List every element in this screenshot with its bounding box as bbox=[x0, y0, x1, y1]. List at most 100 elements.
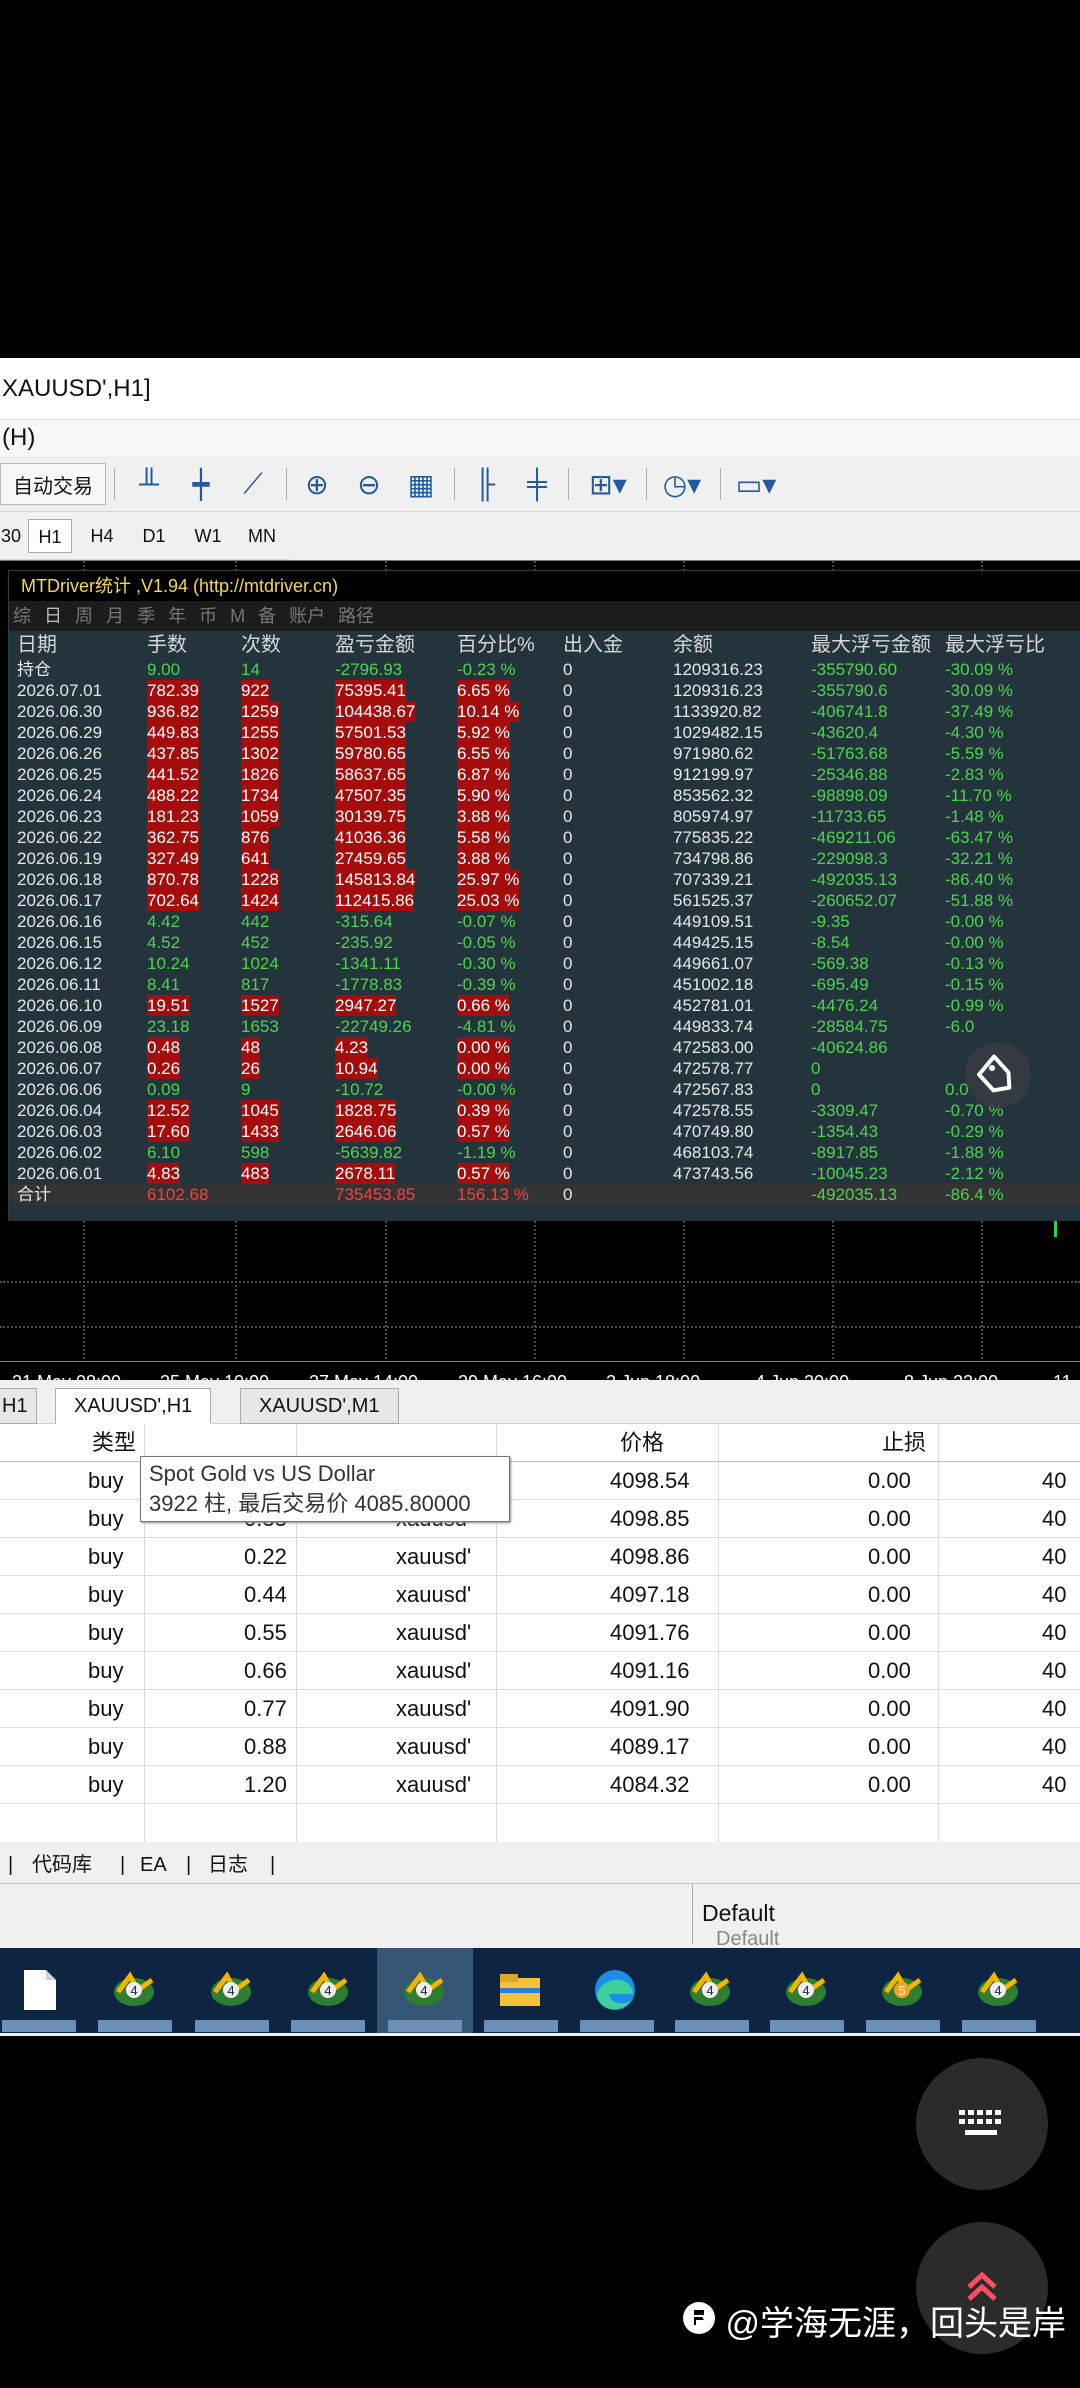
chart-tab-active[interactable]: XAUUSD',H1 bbox=[55, 1388, 212, 1424]
period-d1[interactable]: D1 bbox=[132, 519, 176, 553]
trade-row[interactable]: buy 0.55 xauusd' 4091.76 0.00 40 bbox=[0, 1614, 1080, 1652]
stats-cell-maxdd: -10045.23 bbox=[811, 1164, 888, 1183]
stats-cell-count: 1228 bbox=[241, 869, 279, 890]
menu-bar[interactable]: (H) bbox=[0, 420, 1080, 456]
file-icon[interactable] bbox=[10, 1964, 70, 2016]
mtdriver-tab[interactable]: M bbox=[230, 601, 245, 631]
stats-cell-flow: 0 bbox=[563, 870, 573, 889]
trade-row[interactable]: buy 0.66 xauusd' 4091.16 0.00 40 bbox=[0, 1652, 1080, 1690]
stats-row: 2026.06.09 23.18 1653 -22749.26 -4.81 % 0 4498… bbox=[9, 1016, 1080, 1037]
stats-cell-flow: 0 bbox=[563, 1185, 573, 1204]
mt4-terminal-icon[interactable]: 4 bbox=[201, 1964, 261, 2016]
mtdriver-tab[interactable]: 季 bbox=[137, 601, 155, 631]
mtdriver-tab[interactable]: 月 bbox=[106, 601, 124, 631]
mt4-terminal-icon[interactable]: 4 bbox=[680, 1964, 740, 2016]
period-h1[interactable]: H1 bbox=[28, 519, 72, 553]
bar-chart-icon[interactable]: ╨ bbox=[126, 463, 172, 505]
floating-tag-button[interactable] bbox=[965, 1042, 1031, 1108]
mt4-terminal-icon[interactable]: 4 bbox=[394, 1964, 454, 2016]
stats-cell-maxdd: -355790.6 bbox=[811, 681, 888, 700]
mtdriver-tab[interactable]: 备 bbox=[258, 601, 276, 631]
keyboard-button[interactable] bbox=[916, 2058, 1048, 2190]
trade-price: 4084.32 bbox=[610, 1772, 690, 1797]
chart-shift-icon[interactable]: ╟ bbox=[462, 463, 508, 505]
stats-cell-balance: 775835.22 bbox=[673, 828, 754, 847]
mtdriver-tab[interactable]: 路径 bbox=[338, 601, 374, 631]
trade-row[interactable]: buy 0.88 xauusd' 4089.17 0.00 40 bbox=[0, 1728, 1080, 1766]
mt4-terminal-icon[interactable]: 4 bbox=[776, 1964, 836, 2016]
trade-stop-loss: 0.00 bbox=[868, 1734, 911, 1759]
stats-cell-date: 2026.06.06 bbox=[17, 1080, 103, 1099]
stats-cell-pnl: 4.23 bbox=[335, 1037, 369, 1058]
trade-row[interactable]: buy 0.44 xauusd' 4097.18 0.00 40 bbox=[0, 1576, 1080, 1614]
period-m30[interactable]: 30 bbox=[0, 519, 22, 553]
mtdriver-tab-day[interactable]: 日 bbox=[44, 601, 62, 631]
autoscroll-icon[interactable]: ╪ bbox=[514, 463, 560, 505]
tab-journal[interactable]: 日志 bbox=[208, 1848, 248, 1882]
auto-trade-button[interactable]: 自动交易 bbox=[0, 463, 106, 505]
stats-cell-maxddpct: -0.99 % bbox=[945, 996, 1004, 1015]
zoom-out-icon[interactable]: ⊖ bbox=[346, 463, 392, 505]
stats-cell-maxdd: -8917.85 bbox=[811, 1143, 879, 1162]
mtdriver-tab[interactable]: 综 bbox=[13, 601, 31, 631]
stats-cell-maxdd: -28584.75 bbox=[811, 1017, 888, 1036]
chart-tab[interactable]: XAUUSD',M1 bbox=[240, 1388, 399, 1424]
taskbar-underline bbox=[770, 2020, 844, 2032]
stats-cell-date: 2026.06.04 bbox=[17, 1101, 103, 1120]
period-w1[interactable]: W1 bbox=[184, 519, 232, 553]
period-h4[interactable]: H4 bbox=[80, 519, 124, 553]
trade-volume: 0.55 bbox=[244, 1620, 287, 1645]
indicators-icon[interactable]: ⊞▾ bbox=[576, 463, 640, 505]
period-toolbar: 30 H1 H4 D1 W1 MN bbox=[0, 512, 290, 560]
trade-symbol: xauusd' bbox=[396, 1696, 472, 1721]
stats-cell-date: 合计 bbox=[17, 1185, 51, 1204]
stats-cell-maxddpct: -86.4 % bbox=[945, 1185, 1004, 1204]
mt4-terminal-icon[interactable]: 4 bbox=[298, 1964, 358, 2016]
time-label: 11 bbox=[1053, 1372, 1072, 1380]
folder-icon[interactable] bbox=[490, 1964, 550, 2016]
tab-ea[interactable]: EA bbox=[140, 1848, 167, 1882]
mtdriver-tab[interactable]: 周 bbox=[75, 601, 93, 631]
tile-windows-icon[interactable]: ▦ bbox=[398, 463, 444, 505]
stats-row: 2026.06.07 0.26 26 10.94 0.00 % 0 472578.77 0 bbox=[9, 1058, 1080, 1079]
mtdriver-tab[interactable]: 年 bbox=[168, 601, 186, 631]
header-percent: 百分比% bbox=[457, 634, 535, 656]
mt5-terminal-icon[interactable]: 5 bbox=[872, 1964, 932, 2016]
tab-code-base[interactable]: 代码库 bbox=[32, 1848, 92, 1882]
stats-cell-maxddpct: -2.12 % bbox=[945, 1164, 1004, 1183]
stats-cell-pct: 0.57 % bbox=[457, 1163, 510, 1184]
stats-cell-flow: 0 bbox=[563, 996, 573, 1015]
terminal-tabs: | 代码库 | EA | 日志 | bbox=[0, 1842, 1080, 1884]
templates-icon[interactable]: ▭▾ bbox=[724, 463, 788, 505]
trade-row[interactable]: buy 0.77 xauusd' 4091.90 0.00 40 bbox=[0, 1690, 1080, 1728]
edge-browser-icon[interactable] bbox=[585, 1964, 645, 2016]
mt4-terminal-icon[interactable]: 4 bbox=[104, 1964, 164, 2016]
stats-cell-balance: 451002.18 bbox=[673, 975, 754, 994]
trade-price: 4098.86 bbox=[610, 1544, 690, 1569]
trade-row[interactable]: buy 1.20 xauusd' 4084.32 0.00 40 bbox=[0, 1766, 1080, 1804]
stats-cell-lots: 362.75 bbox=[147, 827, 199, 848]
stats-total-row: 合计 6102.68 735453.85 156.13 % 0 -492035.13 -86… bbox=[9, 1184, 1080, 1205]
mt4-terminal-icon[interactable]: 4 bbox=[968, 1964, 1028, 2016]
stats-cell-date: 2026.06.11 bbox=[17, 975, 101, 994]
line-chart-icon[interactable]: ⟋ bbox=[230, 463, 276, 505]
stats-cell-balance: 472578.77 bbox=[673, 1059, 754, 1078]
watermark-text: @学海无涯，回头是岸 bbox=[725, 2305, 1066, 2343]
chart-tab[interactable]: H1 bbox=[0, 1388, 37, 1424]
mtdriver-tab[interactable]: 币 bbox=[199, 601, 217, 631]
stats-cell-maxdd: 0 bbox=[811, 1059, 821, 1078]
stats-cell-count: 1653 bbox=[241, 1017, 279, 1036]
clock-icon[interactable]: ◷▾ bbox=[650, 463, 714, 505]
trade-volume: 0.66 bbox=[244, 1658, 287, 1683]
candlestick-icon[interactable]: ┿ bbox=[178, 463, 224, 505]
trade-row[interactable]: buy 0.22 xauusd' 4098.86 0.00 40 bbox=[0, 1538, 1080, 1576]
window-title: XAUUSD',H1] bbox=[0, 358, 1080, 420]
period-mn[interactable]: MN bbox=[238, 519, 286, 553]
trade-symbol: xauusd' bbox=[396, 1734, 472, 1759]
stats-cell-balance: 1133920.82 bbox=[673, 702, 762, 721]
stats-cell-maxddpct: -63.47 % bbox=[945, 828, 1014, 847]
stats-cell-pnl: 57501.53 bbox=[335, 722, 406, 743]
stats-row: 2026.06.25 441.52 1826 58637.65 6.87 % 0 91219… bbox=[9, 764, 1080, 785]
zoom-in-icon[interactable]: ⊕ bbox=[294, 463, 340, 505]
mtdriver-tab[interactable]: 账户 bbox=[289, 601, 325, 631]
